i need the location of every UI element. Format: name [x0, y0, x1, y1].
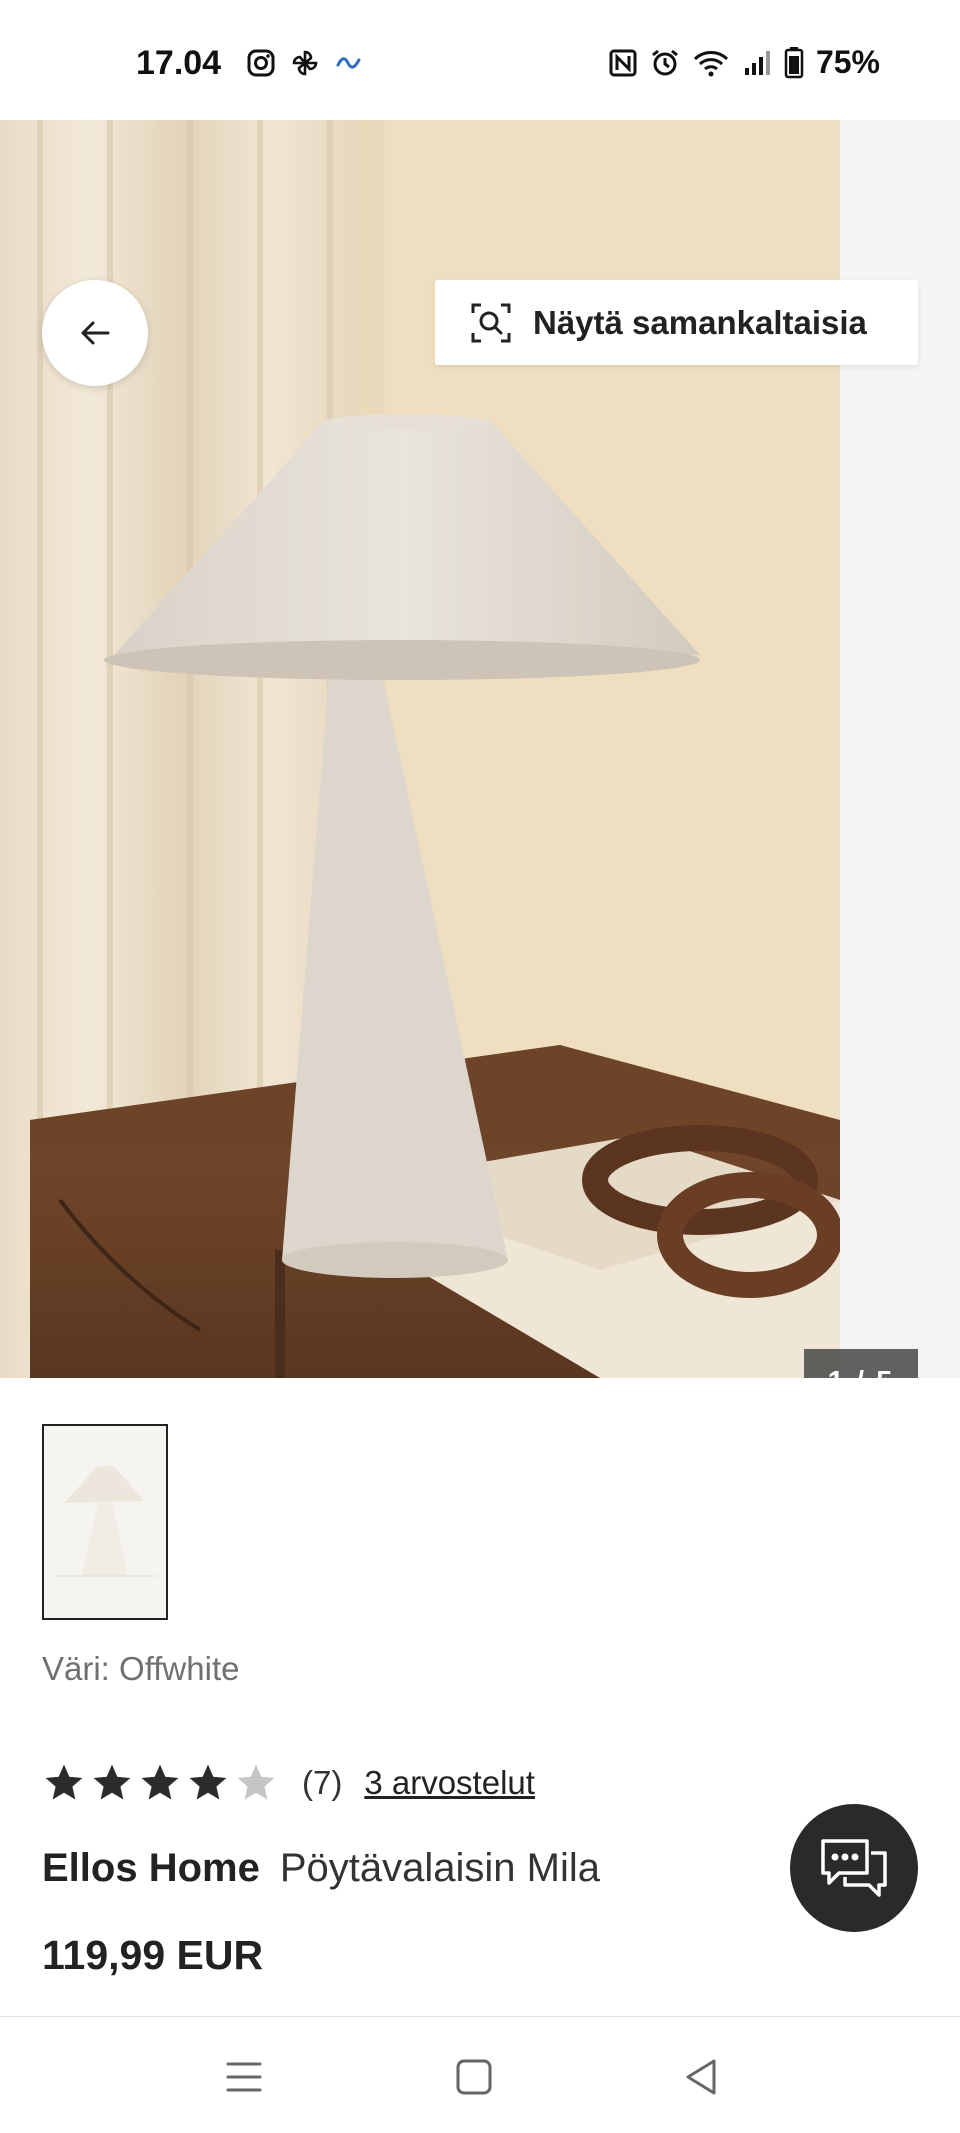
star-empty-icon: [237, 1764, 275, 1800]
star-filled-icon: [189, 1764, 227, 1800]
star-filled-icon: [45, 1764, 83, 1800]
product-price: 119,99 EUR: [42, 1932, 264, 1978]
wave-icon: [336, 57, 361, 69]
status-notification-icons: [246, 48, 364, 78]
back-nav-icon[interactable]: [680, 2055, 724, 2099]
instagram-icon: [247, 49, 275, 77]
battery-icon: [784, 46, 804, 78]
chat-button[interactable]: [790, 1804, 918, 1932]
recent-apps-icon[interactable]: [222, 2055, 266, 2099]
system-nav-bar: [0, 2017, 960, 2133]
battery-percent: 75%: [815, 44, 880, 80]
pinwheel-icon: [292, 50, 318, 76]
image-counter: 1 / 5: [804, 1349, 918, 1378]
thumbnail-image: [44, 1426, 166, 1618]
rating-count: (7): [302, 1764, 343, 1801]
brand-name[interactable]: Ellos Home: [42, 1846, 260, 1890]
product-name: Pöytävalaisin Mila: [279, 1846, 600, 1890]
status-time: 17.04: [136, 44, 222, 82]
alarm-icon: [652, 49, 678, 75]
nfc-icon: [609, 49, 637, 76]
star-filled-icon: [93, 1764, 131, 1800]
rating-summary: (7) 3 arvostelut: [42, 1758, 535, 1808]
home-icon[interactable]: [452, 2055, 496, 2099]
star-rating: [42, 1761, 278, 1805]
visual-search-icon: [471, 303, 511, 342]
wifi-icon: [693, 50, 728, 76]
arrow-left-icon: [81, 321, 110, 345]
thumbnail-1[interactable]: [42, 1424, 168, 1620]
status-bar: 17.04 75%: [0, 0, 960, 120]
signal-icon: [744, 50, 770, 75]
reviews-link[interactable]: 3 arvostelut: [364, 1764, 535, 1802]
chat-bubbles-icon: [821, 1839, 887, 1897]
star-filled-icon: [141, 1764, 179, 1800]
product-title: Ellos Home Pöytävalaisin Mila: [42, 1846, 600, 1891]
show-similar-label: Näytä samankaltaisia: [533, 303, 867, 341]
back-button[interactable]: [42, 280, 148, 386]
color-label: Väri: Offwhite: [42, 1650, 240, 1687]
product-image-gallery[interactable]: Näytä samankaltaisia 1 / 5: [0, 120, 960, 1378]
show-similar-button[interactable]: Näytä samankaltaisia: [435, 280, 918, 365]
status-system-icons: 75%: [608, 44, 880, 81]
